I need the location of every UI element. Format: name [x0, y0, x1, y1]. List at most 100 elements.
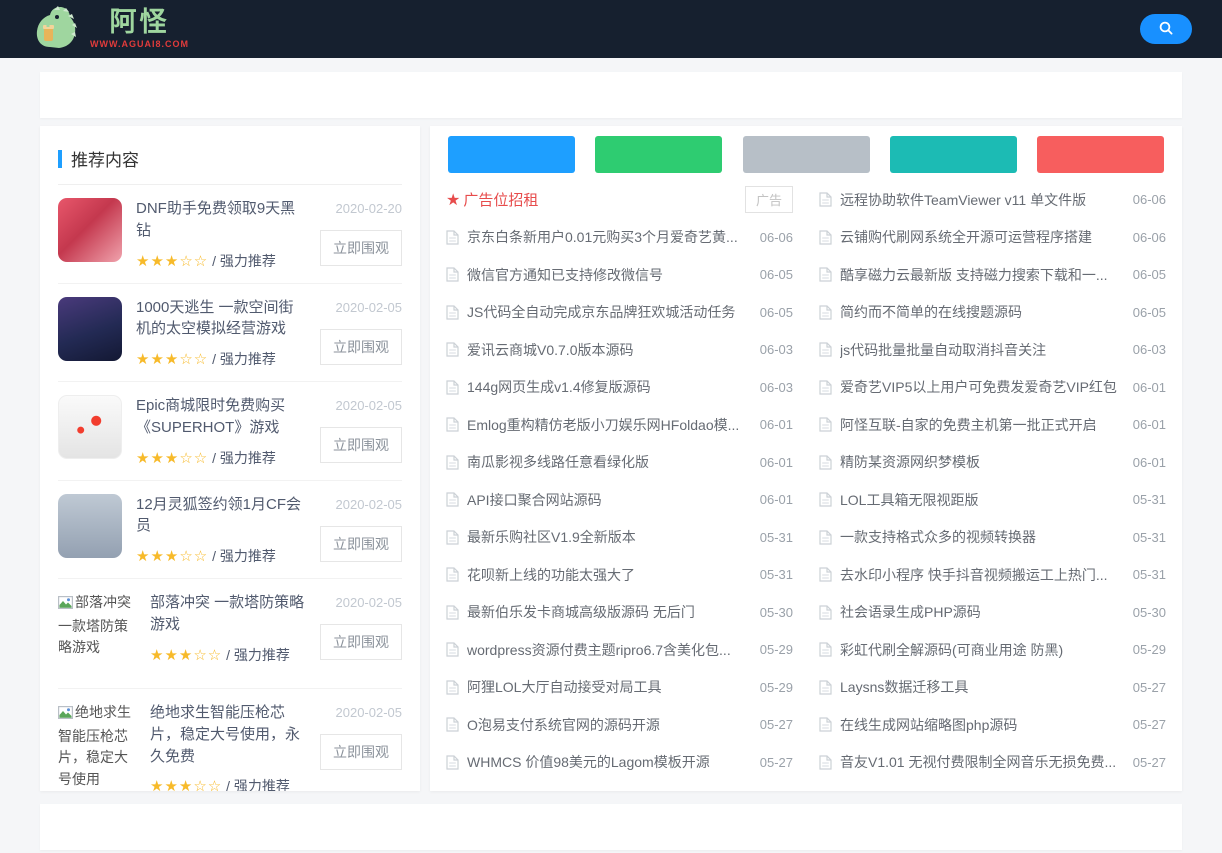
- article-row[interactable]: 在线生成网站缩略图php源码 05-27: [819, 706, 1166, 744]
- recommend-thumbnail[interactable]: [58, 395, 122, 459]
- watch-now-button[interactable]: 立即围观: [320, 734, 402, 770]
- article-title[interactable]: 一款支持格式众多的视频转换器: [840, 527, 1123, 547]
- article-row[interactable]: wordpress资源付费主题ripro6.7含美化包... 05-29: [446, 631, 793, 669]
- article-title[interactable]: 远程协助软件TeamViewer v11 单文件版: [840, 190, 1123, 210]
- article-row[interactable]: js代码批量批量自动取消抖音关注 06-03: [819, 331, 1166, 369]
- article-title[interactable]: 京东白条新用户0.01元购买3个月爱奇艺黄...: [467, 227, 750, 247]
- category-button[interactable]: [743, 136, 870, 173]
- article-title[interactable]: 社会语录生成PHP源码: [840, 602, 1123, 622]
- article-title[interactable]: LOL工具箱无限视距版: [840, 490, 1123, 510]
- article-row[interactable]: 爱奇艺VIP5以上用户可免费发爱奇艺VIP红包 06-01: [819, 369, 1166, 407]
- article-title[interactable]: 音友V1.01 无视付费限制全网音乐无损免费...: [840, 752, 1123, 772]
- article-title[interactable]: 云铺购代刷网系统全开源可运营程序搭建: [840, 227, 1123, 247]
- article-title[interactable]: JS代码全自动完成京东品牌狂欢城活动任务: [467, 302, 750, 322]
- watch-now-button[interactable]: 立即围观: [320, 427, 402, 463]
- article-title[interactable]: 144g网页生成v1.4修复版源码: [467, 377, 750, 397]
- article-row[interactable]: 社会语录生成PHP源码 05-30: [819, 594, 1166, 632]
- recommend-thumbnail[interactable]: [58, 297, 122, 361]
- article-row[interactable]: 去水印小程序 快手抖音视频搬运工上热门... 05-31: [819, 556, 1166, 594]
- recommend-item-title[interactable]: Epic商城限时免费购买《SUPERHOT》游戏: [136, 395, 306, 439]
- article-title[interactable]: 最新伯乐发卡商城高级版源码 无后门: [467, 602, 750, 622]
- article-row[interactable]: API接口聚合网站源码 06-01: [446, 481, 793, 519]
- article-row[interactable]: 最新伯乐发卡商城高级版源码 无后门 05-30: [446, 594, 793, 632]
- article-title[interactable]: Laysns数据迁移工具: [840, 677, 1123, 697]
- article-title[interactable]: 爱讯云商城V0.7.0版本源码: [467, 340, 750, 360]
- recommend-item-side: 2020-02-05 立即围观: [316, 297, 402, 370]
- article-row[interactable]: WHMCS 价值98美元的Lagom模板开源 05-27: [446, 744, 793, 782]
- document-icon: [819, 717, 832, 732]
- article-title[interactable]: WHMCS 价值98美元的Lagom模板开源: [467, 752, 750, 772]
- article-title[interactable]: O泡易支付系统官网的源码开源: [467, 715, 750, 735]
- article-title[interactable]: Emlog重构精仿老版小刀娱乐网HFoldao模...: [467, 415, 750, 435]
- article-title[interactable]: 花呗新上线的功能太强大了: [467, 565, 750, 585]
- broken-image-thumbnail[interactable]: 部落冲突 一款塔防策略游戏: [58, 592, 136, 676]
- article-row[interactable]: 微信官方通知已支持修改微信号 06-05: [446, 256, 793, 294]
- watch-now-button[interactable]: 立即围观: [320, 230, 402, 266]
- broken-image-thumbnail[interactable]: 绝地求生智能压枪芯片，稳定大号使用: [58, 702, 136, 786]
- article-title[interactable]: 彩虹代刷全解源码(可商业用途 防黑): [840, 640, 1123, 660]
- search-button[interactable]: [1140, 14, 1192, 44]
- article-row[interactable]: 阿怪互联-自家的免费主机第一批正式开启 06-01: [819, 406, 1166, 444]
- recommend-thumbnail[interactable]: [58, 198, 122, 262]
- article-title[interactable]: 酷享磁力云最新版 支持磁力搜索下载和一...: [840, 265, 1123, 285]
- article-row[interactable]: Laysns数据迁移工具 05-27: [819, 669, 1166, 707]
- article-row[interactable]: 简约而不简单的在线搜题源码 06-05: [819, 294, 1166, 332]
- article-title[interactable]: 阿怪互联-自家的免费主机第一批正式开启: [840, 415, 1123, 435]
- article-date: 06-01: [760, 455, 793, 470]
- article-row[interactable]: 京东白条新用户0.01元购买3个月爱奇艺黄... 06-06: [446, 219, 793, 257]
- watch-now-button[interactable]: 立即围观: [320, 526, 402, 562]
- recommend-item-body: 绝地求生智能压枪芯片，稳定大号使用，永久免费 ★★★☆☆ / 强力推荐: [136, 702, 316, 791]
- article-date: 05-29: [1133, 642, 1166, 657]
- star-rating-filled-icon: ★★★: [136, 253, 179, 270]
- category-button[interactable]: [448, 136, 575, 173]
- article-title[interactable]: 微信官方通知已支持修改微信号: [467, 265, 750, 285]
- category-button[interactable]: [890, 136, 1017, 173]
- article-row[interactable]: 阿狸LOL大厅自动接受对局工具 05-29: [446, 669, 793, 707]
- article-title[interactable]: js代码批量批量自动取消抖音关注: [840, 340, 1123, 360]
- bottom-ad-bar: [40, 804, 1182, 850]
- article-title[interactable]: 南瓜影视多线路任意看绿化版: [467, 452, 750, 472]
- recommend-item: Epic商城限时免费购买《SUPERHOT》游戏 ★★★☆☆ / 强力推荐 20…: [58, 382, 402, 481]
- article-row[interactable]: 彩虹代刷全解源码(可商业用途 防黑) 05-29: [819, 631, 1166, 669]
- recommend-item-title[interactable]: 绝地求生智能压枪芯片，稳定大号使用，永久免费: [150, 702, 306, 767]
- article-row[interactable]: 音友V1.01 无视付费限制全网音乐无损免费... 05-27: [819, 744, 1166, 782]
- article-title[interactable]: API接口聚合网站源码: [467, 490, 750, 510]
- watch-now-button[interactable]: 立即围观: [320, 329, 402, 365]
- article-row[interactable]: 花呗新上线的功能太强大了 05-31: [446, 556, 793, 594]
- article-title[interactable]: 阿狸LOL大厅自动接受对局工具: [467, 677, 750, 697]
- ad-rental-link[interactable]: 广告位招租: [463, 189, 745, 210]
- article-title[interactable]: 简约而不简单的在线搜题源码: [840, 302, 1123, 322]
- category-button[interactable]: [1037, 136, 1164, 173]
- article-row[interactable]: 云铺购代刷网系统全开源可运营程序搭建 06-06: [819, 219, 1166, 257]
- article-row[interactable]: 远程协助软件TeamViewer v11 单文件版 06-06: [819, 181, 1166, 219]
- recommend-item-title[interactable]: 1000天逃生 一款空间街机的太空模拟经营游戏: [136, 297, 306, 341]
- article-title[interactable]: 爱奇艺VIP5以上用户可免费发爱奇艺VIP红包: [840, 377, 1123, 397]
- article-row[interactable]: 144g网页生成v1.4修复版源码 06-03: [446, 369, 793, 407]
- article-row[interactable]: 南瓜影视多线路任意看绿化版 06-01: [446, 444, 793, 482]
- category-button[interactable]: [595, 136, 722, 173]
- recommend-thumbnail[interactable]: [58, 494, 122, 558]
- article-row[interactable]: 爱讯云商城V0.7.0版本源码 06-03: [446, 331, 793, 369]
- article-row[interactable]: 一款支持格式众多的视频转换器 05-31: [819, 519, 1166, 557]
- recommend-list: DNF助手免费领取9天黑钻 ★★★☆☆ / 强力推荐 2020-02-20 立即…: [58, 185, 402, 791]
- article-row[interactable]: LOL工具箱无限视距版 05-31: [819, 481, 1166, 519]
- ad-badge: 广告: [745, 186, 793, 213]
- recommend-item-title[interactable]: DNF助手免费领取9天黑钻: [136, 198, 306, 242]
- article-title[interactable]: 精防某资源网织梦模板: [840, 452, 1123, 472]
- article-row[interactable]: JS代码全自动完成京东品牌狂欢城活动任务 06-05: [446, 294, 793, 332]
- article-row[interactable]: 最新乐购社区V1.9全新版本 05-31: [446, 519, 793, 557]
- article-row[interactable]: Emlog重构精仿老版小刀娱乐网HFoldao模... 06-01: [446, 406, 793, 444]
- article-row[interactable]: 精防某资源网织梦模板 06-01: [819, 444, 1166, 482]
- article-title[interactable]: 去水印小程序 快手抖音视频搬运工上热门...: [840, 565, 1123, 585]
- broken-image-icon: [58, 704, 73, 726]
- article-title[interactable]: 在线生成网站缩略图php源码: [840, 715, 1123, 735]
- document-icon: [446, 642, 459, 657]
- article-title[interactable]: wordpress资源付费主题ripro6.7含美化包...: [467, 640, 750, 660]
- watch-now-button[interactable]: 立即围观: [320, 624, 402, 660]
- article-row[interactable]: O泡易支付系统官网的源码开源 05-27: [446, 706, 793, 744]
- recommend-item-title[interactable]: 部落冲突 一款塔防策略游戏: [150, 592, 306, 636]
- recommend-item-title[interactable]: 12月灵狐签约领1月CF会员: [136, 494, 306, 538]
- article-row[interactable]: 酷享磁力云最新版 支持磁力搜索下载和一... 06-05: [819, 256, 1166, 294]
- article-title[interactable]: 最新乐购社区V1.9全新版本: [467, 527, 750, 547]
- site-logo[interactable]: 阿怪 WWW.AGUAI8.COM: [30, 3, 189, 56]
